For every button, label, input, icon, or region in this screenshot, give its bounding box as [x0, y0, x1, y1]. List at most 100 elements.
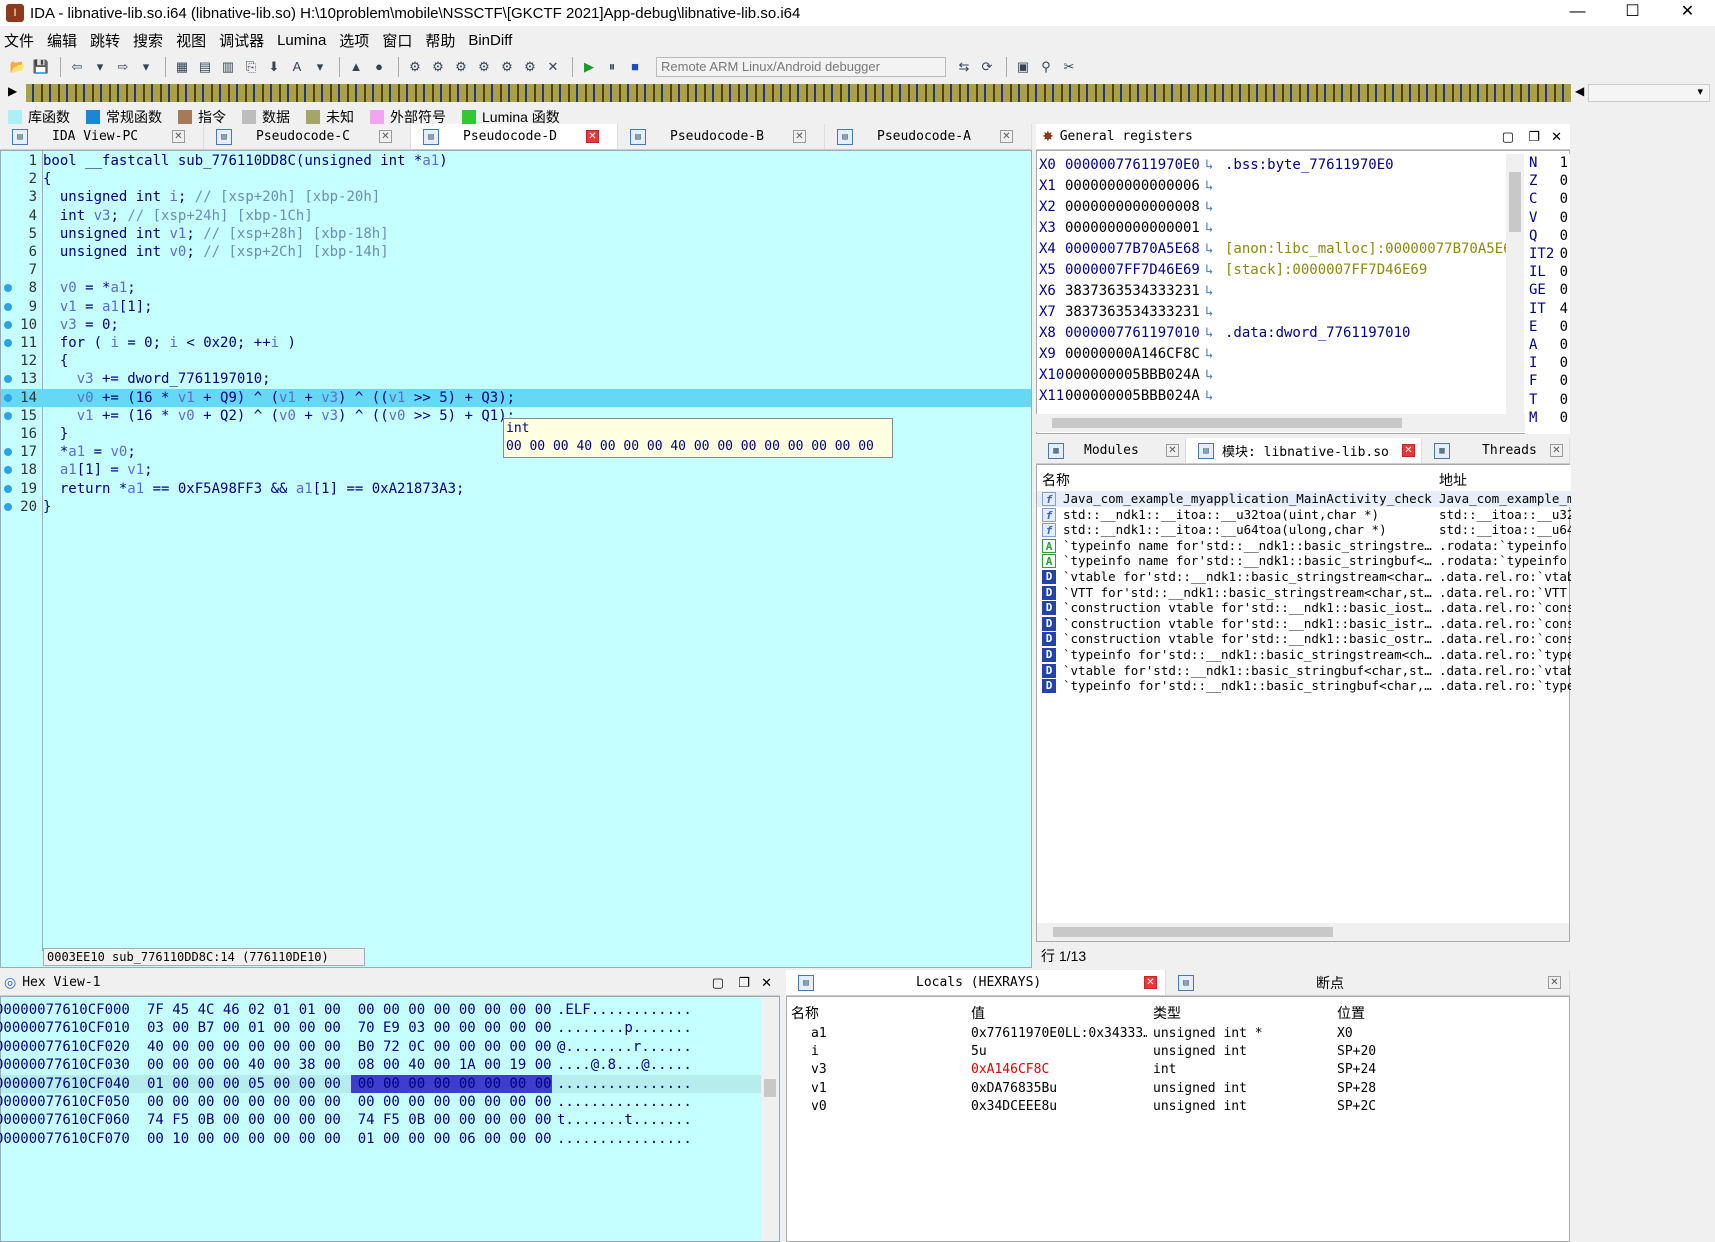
code-line[interactable]: 9 v1 = a1[1];: [1, 298, 1031, 316]
registers-vertical-scrollbar[interactable]: [1506, 154, 1524, 414]
code-line[interactable]: 6 unsigned int v0; // [xsp+2Ch] [xbp-14h…: [1, 243, 1031, 261]
tab-close-icon[interactable]: ✕: [172, 130, 185, 143]
save-icon[interactable]: 💾: [31, 58, 51, 76]
code-line[interactable]: 8 v0 = *a1;: [1, 279, 1031, 297]
jump-arrow-icon[interactable]: ↳: [1205, 323, 1213, 344]
register-row[interactable]: X10 000000005BBB024A ↳: [1037, 365, 1507, 386]
code-line[interactable]: 11 for ( i = 0; i < 0x20; ++i ): [1, 334, 1031, 352]
jump-arrow-icon[interactable]: ↳: [1205, 197, 1213, 218]
column-header-name[interactable]: 名称: [1042, 470, 1070, 490]
search-text-icon[interactable]: ▤: [195, 58, 215, 76]
register-value[interactable]: 0000007761197010: [1065, 323, 1200, 344]
hex-bytes[interactable]: 00 00 00 00 00 00 00 00 00 00 00 00 00 0…: [147, 1093, 552, 1111]
register-target[interactable]: [anon:libc_malloc]:00000077B70A5E6: [1225, 239, 1512, 260]
hex-bytes[interactable]: 00 10 00 00 00 00 00 00 01 00 00 00 06 0…: [147, 1130, 552, 1148]
graph-icon[interactable]: ▲: [346, 58, 366, 76]
close-button[interactable]: ✕: [1660, 0, 1715, 26]
menu-search[interactable]: 搜索: [133, 30, 163, 51]
flag-row[interactable]: C0: [1525, 190, 1570, 208]
register-value[interactable]: 0000000000000006: [1065, 176, 1200, 197]
code-line[interactable]: 7: [1, 261, 1031, 279]
register-value[interactable]: 0000000000000001: [1065, 218, 1200, 239]
run-icon[interactable]: ▶: [579, 58, 599, 76]
view-icon-2[interactable]: ⚲: [1036, 58, 1056, 76]
flag-row[interactable]: IL 0: [1525, 263, 1570, 281]
module-row[interactable]: f Java_com_example_myapplication_MainActi…: [1037, 491, 1571, 507]
hex-row[interactable]: 00000077610CF040 01 00 00 00 05 00 00 00 …: [0, 1074, 761, 1093]
nav-dropdown-icon[interactable]: ▾: [90, 58, 110, 76]
hex-row[interactable]: 00000077610CF010 03 00 B7 00 01 00 00 00 …: [0, 1019, 761, 1037]
module-row[interactable]: f std::__ndk1::__itoa::__u64toa(ulong,cha…: [1037, 522, 1571, 538]
register-target[interactable]: .bss:byte_77611970E0: [1225, 155, 1394, 176]
register-row[interactable]: X9 00000000A146CF8C ↳: [1037, 344, 1507, 365]
jump-arrow-icon[interactable]: ↳: [1205, 260, 1213, 281]
tool-icon-1[interactable]: ⚙: [405, 58, 425, 76]
nav-left-arrow-icon[interactable]: ▶: [8, 84, 17, 98]
tab-breakpoints[interactable]: ▤ 断点 ✕: [1166, 970, 1570, 995]
hex-ascii[interactable]: ................: [557, 1093, 692, 1111]
nav-forward-dropdown-icon[interactable]: ▾: [136, 58, 156, 76]
green-circle-icon[interactable]: ●: [369, 58, 389, 76]
local-variable-row[interactable]: v3 0xA146CF8C int SP+24: [787, 1061, 1571, 1079]
code-line[interactable]: 13 v3 += dword_7761197010;: [1, 370, 1031, 388]
scroll-thumb[interactable]: [1509, 172, 1521, 232]
register-row[interactable]: X4 00000077B70A5E68 ↳ [anon:libc_malloc]:00…: [1037, 239, 1512, 260]
tab-module-libnative[interactable]: ▤ 模块: libnative-lib.so ✕: [1186, 438, 1422, 463]
tool-icon-3[interactable]: ⚙: [451, 58, 471, 76]
flag-row[interactable]: E0: [1525, 318, 1570, 336]
tab-close-icon[interactable]: ✕: [1402, 444, 1415, 457]
scroll-thumb[interactable]: [764, 1079, 776, 1097]
tab-pseudocode-b[interactable]: ▤ Pseudocode-B ✕: [618, 124, 825, 149]
register-row[interactable]: X8 0000007761197010 ↳ .data:dword_776119701…: [1037, 323, 1507, 344]
hex-bytes[interactable]: 7F 45 4C 46 02 01 01 00 00 00 00 00 00 0…: [147, 1001, 552, 1019]
jump-arrow-icon[interactable]: ↳: [1205, 281, 1213, 302]
code-line[interactable]: 5 unsigned int v1; // [xsp+28h] [xbp-18h…: [1, 225, 1031, 243]
register-row[interactable]: X1 0000000000000006 ↳: [1037, 176, 1507, 197]
tool-icon-2[interactable]: ⚙: [428, 58, 448, 76]
code-line[interactable]: 10 v3 = 0;: [1, 316, 1031, 334]
tab-close-icon[interactable]: ✕: [1000, 130, 1013, 143]
jump-arrow-icon[interactable]: ↳: [1205, 155, 1213, 176]
tab-close-icon[interactable]: ✕: [1144, 976, 1157, 989]
column-header-location[interactable]: 位置: [1337, 1003, 1365, 1023]
text-mode-dropdown-icon[interactable]: ▾: [310, 58, 330, 76]
hex-bytes[interactable]: 74 F5 0B 00 00 00 00 00 74 F5 0B 00 00 0…: [147, 1111, 552, 1129]
code-line[interactable]: 1 bool __fastcall sub_776110DD8C(unsigned…: [1, 152, 1031, 170]
tab-close-icon[interactable]: ✕: [586, 130, 599, 143]
menu-options[interactable]: 选项: [339, 30, 369, 51]
tab-close-icon[interactable]: ✕: [1166, 444, 1179, 457]
register-target[interactable]: [stack]:0000007FF7D46E69: [1225, 260, 1427, 281]
tab-modules[interactable]: ▦ Modules ✕: [1036, 438, 1186, 463]
module-row[interactable]: A `typeinfo name for'std::__ndk1::basic_s…: [1037, 553, 1571, 569]
hex-ascii[interactable]: ....@.8...@.....: [557, 1056, 692, 1074]
flag-row[interactable]: GE 0: [1525, 281, 1570, 299]
debugger-select[interactable]: Remote ARM Linux/Android debugger: [656, 57, 946, 77]
flag-row[interactable]: N1: [1525, 154, 1570, 172]
register-row[interactable]: X0 00000077611970E0 ↳ .bss:byte_77611970E0: [1037, 155, 1507, 176]
jump-arrow-icon[interactable]: ↳: [1205, 302, 1213, 323]
pause-icon[interactable]: ⏸: [602, 58, 622, 76]
tool-icon-5[interactable]: ⚙: [497, 58, 517, 76]
jump-arrow-icon[interactable]: ↳: [1205, 218, 1213, 239]
tab-locals[interactable]: ▤ Locals (HEXRAYS) ✕: [786, 970, 1166, 995]
stop-icon[interactable]: ■: [625, 58, 645, 76]
menu-view[interactable]: 视图: [176, 30, 206, 51]
view-icon-3[interactable]: ✂: [1059, 58, 1079, 76]
register-value[interactable]: 00000077611970E0: [1065, 155, 1200, 176]
tool-icon-6[interactable]: ⚙: [520, 58, 540, 76]
registers-panel[interactable]: X0 00000077611970E0 ↳ .bss:byte_77611970E0 X…: [1036, 150, 1570, 434]
search-imm-icon[interactable]: ▥: [218, 58, 238, 76]
column-header-name[interactable]: 名称: [791, 1003, 819, 1023]
module-row[interactable]: D `construction vtable for'std::__ndk1::b…: [1037, 616, 1571, 632]
hex-row[interactable]: 00000077610CF020 40 00 00 00 00 00 00 00 …: [0, 1038, 761, 1056]
menu-lumina[interactable]: Lumina: [277, 32, 326, 49]
flag-row[interactable]: Z0: [1525, 172, 1570, 190]
flag-row[interactable]: Q0: [1525, 227, 1570, 245]
tab-close-icon[interactable]: ✕: [1548, 976, 1561, 989]
tab-ida-view-pc[interactable]: ▤ IDA View-PC ✕: [0, 124, 204, 149]
flag-row[interactable]: T0: [1525, 391, 1570, 409]
module-row[interactable]: D `vtable for'std::__ndk1::basic_stringbu…: [1037, 663, 1571, 679]
menu-debugger[interactable]: 调试器: [219, 30, 264, 51]
hex-bytes[interactable]: 00 00 00 00 40 00 38 00 08 00 40 00 1A 0…: [147, 1056, 552, 1074]
jump-arrow-icon[interactable]: ↳: [1205, 386, 1213, 407]
